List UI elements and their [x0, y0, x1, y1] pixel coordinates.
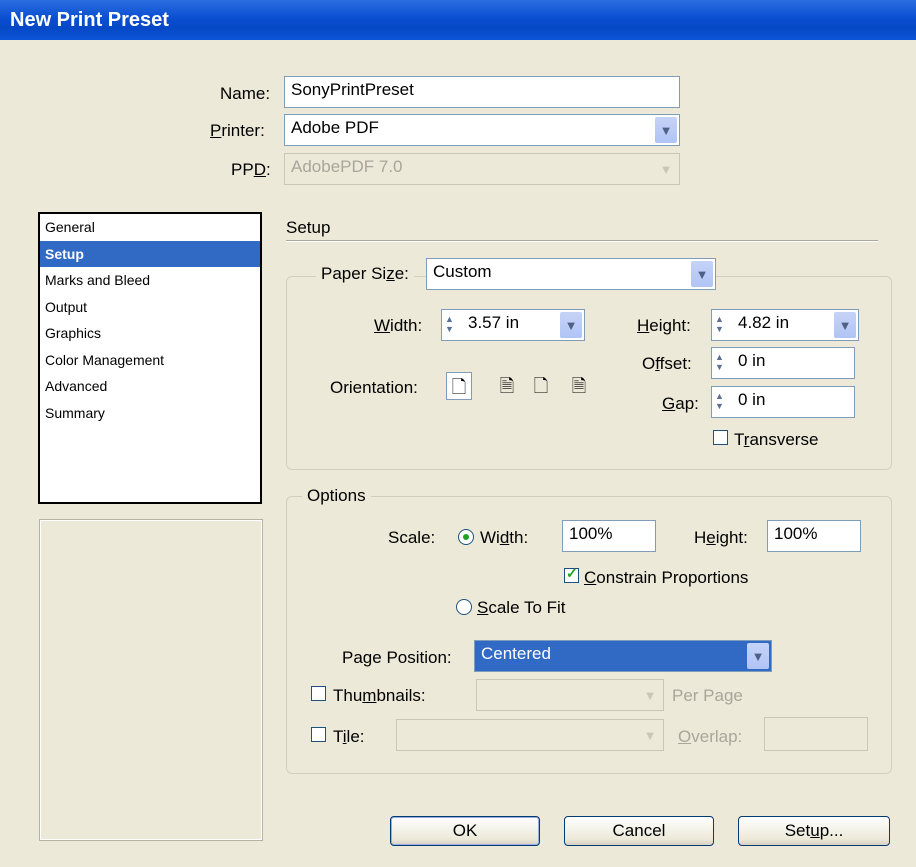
- gap-input[interactable]: ▲ ▼ 0 in: [711, 386, 855, 418]
- printer-value: Adobe PDF: [291, 118, 379, 137]
- chevron-down-icon: ▼: [691, 261, 713, 287]
- sidebar-item-output[interactable]: Output: [40, 294, 260, 321]
- options-label: Options: [302, 486, 371, 506]
- section-divider: [286, 240, 878, 242]
- cancel-button[interactable]: Cancel: [564, 816, 714, 846]
- chevron-down-icon: ▼: [834, 312, 856, 338]
- chevron-down-icon: ▼: [747, 643, 769, 669]
- chevron-down-icon: ▼: [560, 312, 582, 338]
- setup-button[interactable]: Setup...: [738, 816, 890, 846]
- ok-button[interactable]: OK: [390, 816, 540, 846]
- sidebar-item-setup[interactable]: Setup: [40, 240, 260, 267]
- sidebar-item-advanced[interactable]: Advanced: [40, 373, 260, 400]
- sidebar-item-general[interactable]: General: [40, 214, 260, 241]
- printer-dropdown[interactable]: Adobe PDF ▼: [284, 114, 680, 146]
- gap-value: 0 in: [738, 390, 766, 409]
- paper-size-label: Paper Size:: [316, 264, 414, 284]
- thumbnails-label: Thumbnails:: [333, 686, 426, 705]
- chevron-down-icon: ▼: [655, 156, 677, 182]
- page-position-dropdown[interactable]: Centered ▼: [474, 640, 772, 672]
- overlap-input[interactable]: [764, 717, 868, 751]
- width-label: Width:: [374, 316, 423, 335]
- thumbnails-dropdown[interactable]: ▼: [476, 679, 664, 711]
- scale-to-fit-radio[interactable]: [456, 599, 472, 615]
- offset-value: 0 in: [738, 351, 766, 370]
- offset-input[interactable]: ▲ ▼ 0 in: [711, 347, 855, 379]
- height-combo[interactable]: ▲ ▼ 4.82 in ▼: [711, 309, 859, 341]
- spinner-icon[interactable]: ▲ ▼: [715, 352, 725, 372]
- width-value: 3.57 in: [468, 313, 520, 332]
- paper-size-dropdown[interactable]: Custom ▼: [426, 258, 716, 290]
- scale-to-fit-label: Scale To Fit: [477, 598, 566, 617]
- tile-dropdown[interactable]: ▼: [396, 719, 664, 751]
- constrain-label: Constrain Proportions: [584, 568, 749, 587]
- window-title: New Print Preset: [10, 9, 169, 31]
- reverse-portrait-icon[interactable]: 🗋: [528, 372, 554, 400]
- height-value: 4.82 in: [738, 313, 790, 332]
- chevron-down-icon: ▼: [655, 117, 677, 143]
- transverse-checkbox[interactable]: [713, 430, 728, 445]
- scale-height-label: Height:: [694, 528, 748, 547]
- orientation-label: Orientation:: [330, 378, 418, 397]
- gap-label: Gap:: [662, 394, 699, 413]
- sidebar-item-summary[interactable]: Summary: [40, 400, 260, 427]
- height-label: Height:: [637, 316, 691, 335]
- page-position-label: Page Position:: [342, 648, 452, 667]
- chevron-down-icon: ▼: [639, 722, 661, 748]
- ppd-value: AdobePDF 7.0: [291, 157, 403, 176]
- landscape-icon[interactable]: 🗎: [494, 372, 520, 400]
- scale-width-label: Width:: [480, 528, 529, 547]
- printer-label: Printer:: [210, 121, 265, 140]
- sidebar-item-color-management[interactable]: Color Management: [40, 347, 260, 374]
- spinner-icon[interactable]: ▲ ▼: [445, 314, 455, 334]
- overlap-label: Overlap:: [678, 727, 743, 746]
- name-label: Name:: [220, 84, 271, 103]
- ppd-dropdown[interactable]: AdobePDF 7.0 ▼: [284, 153, 680, 185]
- sidebar-item-marks-and-bleed[interactable]: Marks and Bleed: [40, 267, 260, 294]
- tile-label: Tile:: [333, 727, 365, 746]
- offset-label: Offset:: [642, 354, 692, 373]
- scale-width-input[interactable]: 100%: [562, 520, 656, 552]
- width-combo[interactable]: ▲ ▼ 3.57 in ▼: [441, 309, 585, 341]
- name-input[interactable]: SonyPrintPreset: [284, 76, 680, 108]
- scale-label: Scale:: [388, 528, 436, 547]
- sidebar-item-graphics[interactable]: Graphics: [40, 320, 260, 347]
- scale-height-input[interactable]: 100%: [767, 520, 861, 552]
- spinner-icon[interactable]: ▲ ▼: [715, 391, 725, 411]
- reverse-landscape-icon[interactable]: 🗎: [566, 372, 592, 400]
- chevron-down-icon: ▼: [639, 682, 661, 708]
- ppd-label: PPD:: [231, 160, 271, 179]
- per-page-label: Per Page: [672, 686, 743, 705]
- thumbnails-checkbox[interactable]: [311, 686, 326, 701]
- scale-width-radio[interactable]: [458, 529, 474, 545]
- title-bar[interactable]: New Print Preset: [0, 0, 916, 40]
- transverse-label: Transverse: [734, 430, 819, 449]
- spinner-icon[interactable]: ▲ ▼: [715, 314, 725, 334]
- tile-checkbox[interactable]: [311, 727, 326, 742]
- portrait-icon[interactable]: 🗋: [446, 372, 472, 400]
- constrain-checkbox[interactable]: [564, 565, 579, 583]
- preview-panel: [39, 519, 263, 841]
- paper-size-value: Custom: [433, 262, 492, 281]
- section-title: Setup: [286, 218, 331, 237]
- category-list[interactable]: General Setup Marks and Bleed Output Gra…: [38, 212, 262, 504]
- page-position-value: Centered: [481, 644, 551, 663]
